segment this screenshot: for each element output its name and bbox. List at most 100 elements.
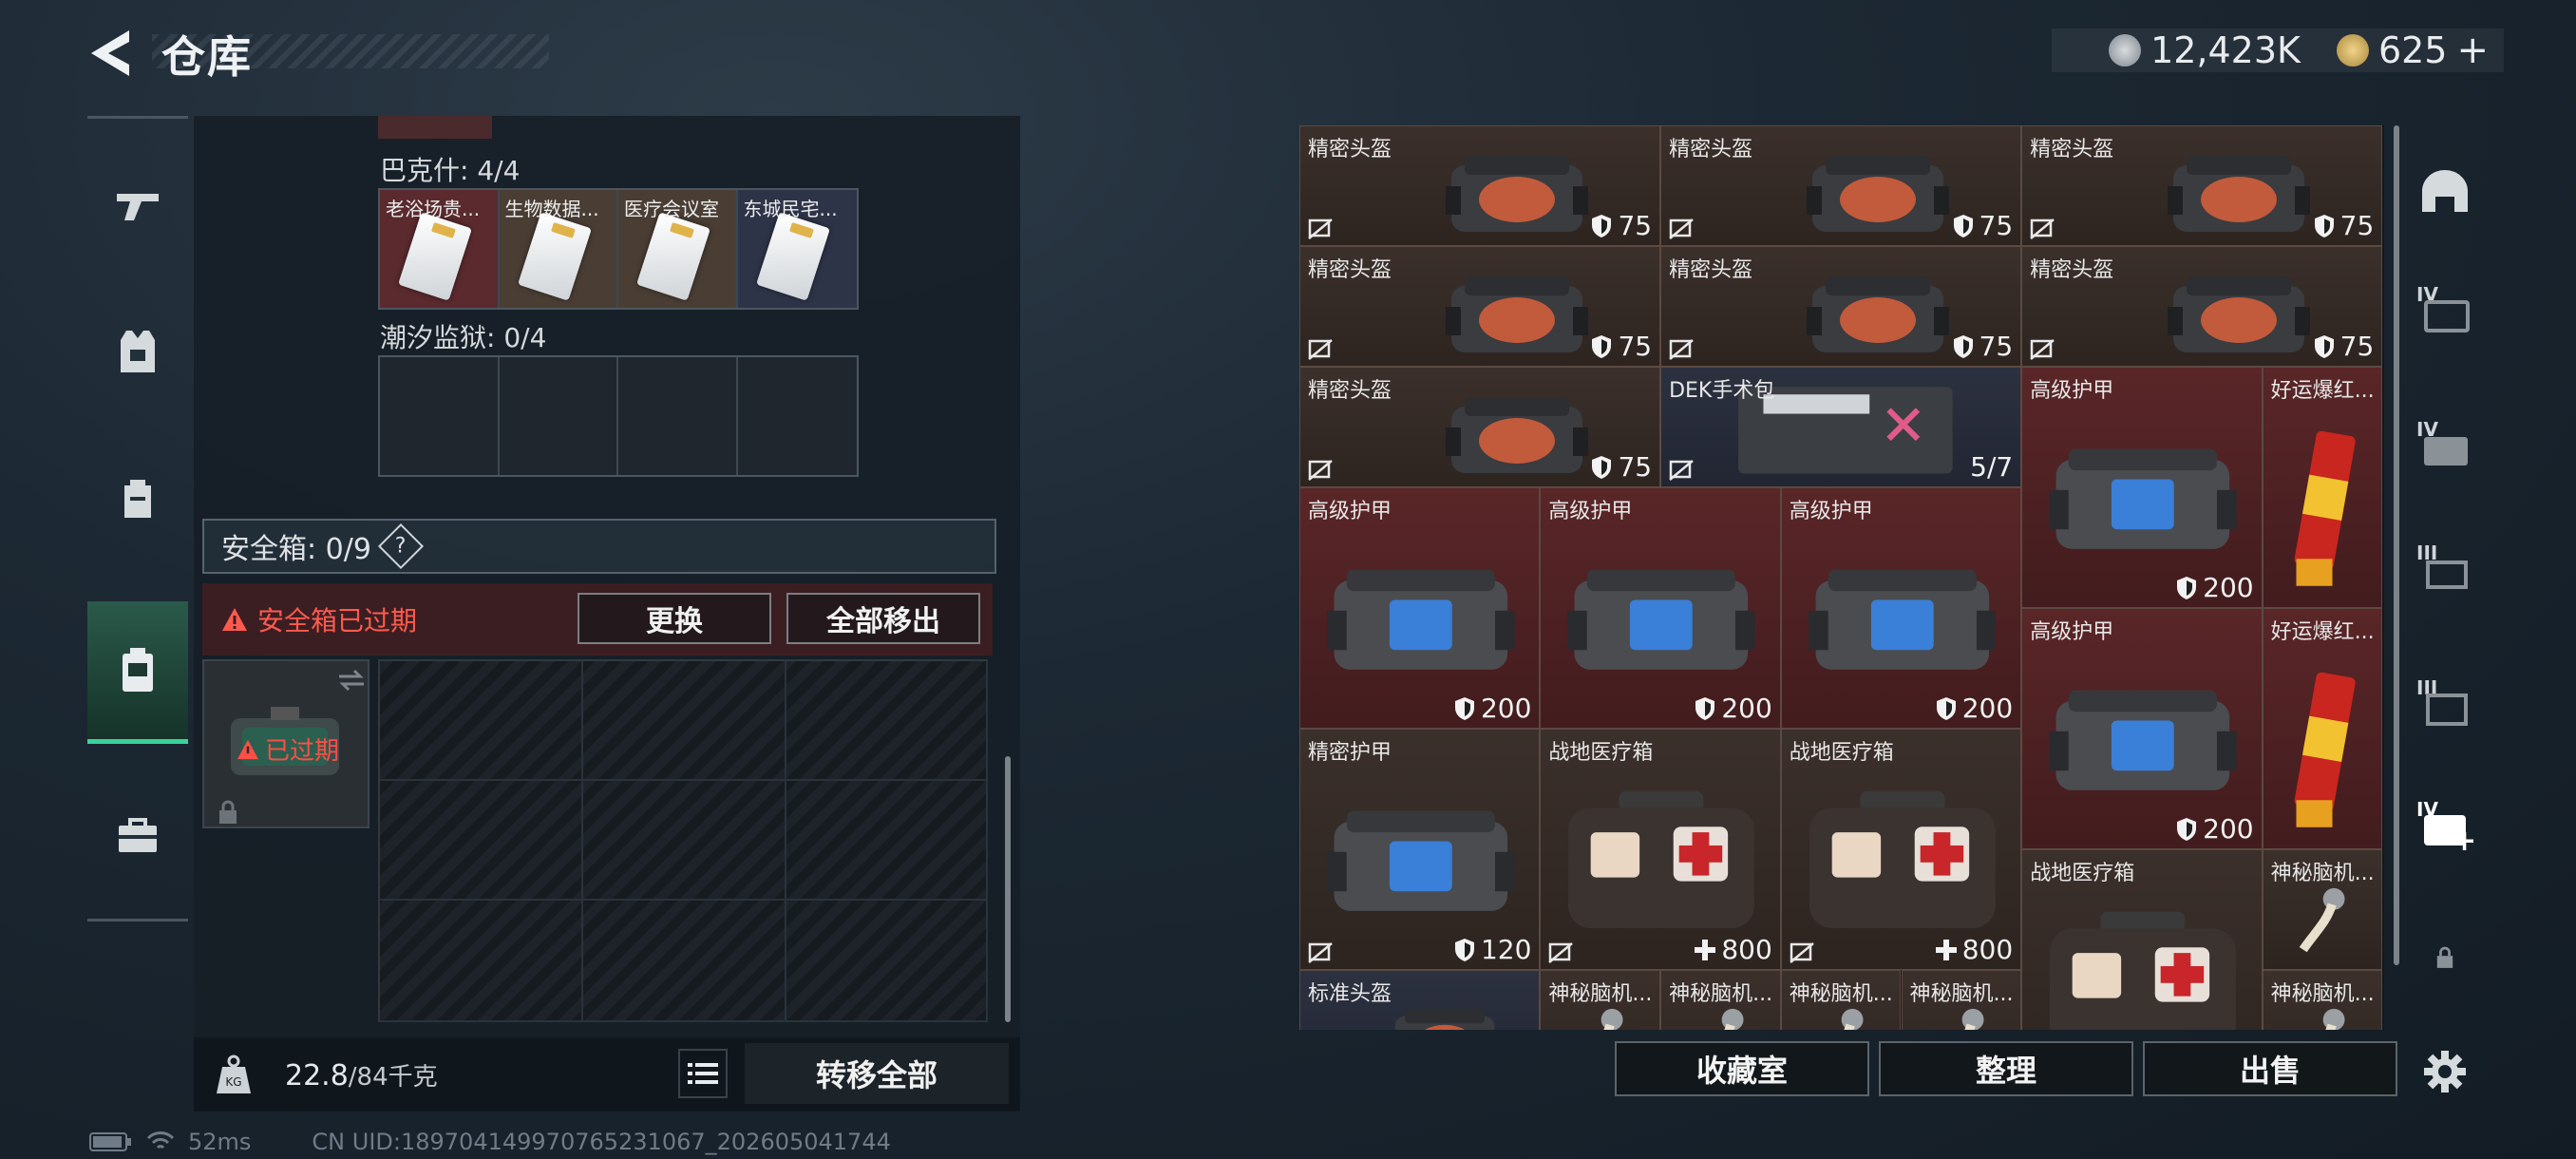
- storage-item[interactable]: 神秘脑机...: [1660, 970, 1781, 1030]
- storage-item[interactable]: 高级护甲 200: [1540, 487, 1781, 729]
- nav-armor[interactable]: [87, 280, 188, 423]
- storage-item[interactable]: 高级护甲 200: [2021, 608, 2263, 849]
- unsearched-icon: [1669, 339, 1694, 360]
- storage-item[interactable]: 神秘脑机...: [2262, 970, 2383, 1030]
- nav-weapon[interactable]: [87, 134, 188, 276]
- helmet-bag-icon: [2168, 156, 2311, 232]
- storage-item[interactable]: DEK手术包 5/7: [1660, 367, 2022, 487]
- filter-level-3-b[interactable]: III: [2407, 665, 2483, 741]
- safe-cell[interactable]: [786, 901, 988, 1022]
- safe-cell[interactable]: [380, 661, 583, 781]
- storage-item[interactable]: 神秘脑机...: [1901, 970, 2022, 1030]
- storage-item[interactable]: 精密头盔 75: [1299, 125, 1661, 246]
- remove-all-button[interactable]: 全部移出: [786, 593, 980, 644]
- collection-room-button[interactable]: 收藏室: [1615, 1041, 1869, 1096]
- filter-helmet[interactable]: [2407, 154, 2483, 230]
- storage-item[interactable]: 好运爆红...: [2262, 608, 2383, 849]
- add-currency-icon[interactable]: +: [2456, 28, 2489, 72]
- item-value: 200: [2176, 572, 2254, 603]
- safe-cell[interactable]: [583, 661, 786, 781]
- storage-item[interactable]: 神秘脑机...: [2262, 849, 2383, 970]
- key-slot[interactable]: 生物数据...: [499, 190, 618, 308]
- storage-item[interactable]: 精密头盔 75: [1299, 367, 1661, 487]
- storage-item[interactable]: 标准头盔: [1299, 970, 1541, 1030]
- unsearched-icon: [1548, 942, 1574, 963]
- storage-item[interactable]: 精密头盔 75: [2021, 246, 2383, 367]
- medkit-icon: [1809, 790, 1996, 929]
- help-icon[interactable]: ?: [377, 522, 424, 570]
- expired-warning: 安全箱已过期: [257, 605, 418, 636]
- storage-item[interactable]: 高级护甲 200: [1299, 487, 1541, 729]
- nav-safebox[interactable]: [87, 601, 188, 744]
- empty-key-slot[interactable]: [499, 357, 618, 475]
- item-name: 高级护甲: [2030, 379, 2114, 403]
- storage-item[interactable]: 高级护甲 200: [1780, 487, 2022, 729]
- organize-button[interactable]: 整理: [1879, 1041, 2133, 1096]
- storage-item[interactable]: 精密头盔 75: [2021, 125, 2383, 246]
- safe-cell[interactable]: [380, 901, 583, 1022]
- item-value: 200: [2176, 813, 2254, 845]
- tier-filter-icon: III: [2416, 542, 2473, 595]
- filter-level-4-a[interactable]: IV: [2407, 272, 2483, 348]
- safe-cell[interactable]: [786, 781, 988, 901]
- item-value: 200: [1454, 693, 1531, 724]
- armor-bag-icon: [2049, 448, 2237, 549]
- safe-cell[interactable]: [583, 901, 786, 1022]
- empty-key-slot[interactable]: [618, 357, 738, 475]
- keycard-icon: [398, 212, 472, 301]
- item-name: 精密头盔: [1308, 379, 1392, 403]
- storage-item[interactable]: 高级护甲 200: [2021, 367, 2263, 608]
- key-slot[interactable]: 医疗会议室: [618, 190, 738, 308]
- list-view-button[interactable]: [678, 1049, 728, 1098]
- storage-item[interactable]: 好运爆红...: [2262, 367, 2383, 608]
- filter-medical[interactable]: IV +: [2407, 787, 2483, 863]
- unsearched-icon: [2030, 218, 2055, 239]
- storage-item[interactable]: 战地医疗箱 800: [1540, 729, 1781, 970]
- unsearched-icon: [1308, 218, 1333, 239]
- currency-secondary: 625: [2377, 29, 2448, 71]
- empty-key-slot[interactable]: [737, 357, 857, 475]
- safebox-label: 安全箱: 0/9: [221, 533, 371, 566]
- filter-level-4-b[interactable]: IV: [2407, 407, 2483, 483]
- sell-button[interactable]: 出售: [2143, 1041, 2397, 1096]
- unsearched-icon: [1669, 460, 1694, 481]
- item-value: 75: [1953, 331, 2013, 362]
- transfer-all-button[interactable]: 转移全部: [745, 1043, 1009, 1104]
- storage-item[interactable]: 神秘脑机...: [1540, 970, 1661, 1030]
- safe-cell[interactable]: [786, 661, 988, 781]
- storage-item[interactable]: 精密头盔 75: [1660, 125, 2022, 246]
- safebox-item[interactable]: 已过期: [202, 659, 369, 828]
- safe-cell[interactable]: [583, 781, 786, 901]
- nav-backpack[interactable]: [87, 427, 188, 569]
- item-value: 75: [1953, 210, 2013, 241]
- left-scrollbar[interactable]: [1005, 756, 1011, 1022]
- filter-level-3-a[interactable]: III: [2407, 530, 2483, 606]
- empty-key-slot[interactable]: [380, 357, 500, 475]
- key-slot[interactable]: 东城民宅...: [737, 190, 857, 308]
- storage-item[interactable]: 神秘脑机...: [1780, 970, 1902, 1030]
- storage-item[interactable]: 精密头盔 75: [1299, 246, 1661, 367]
- armor-bag-icon: [2049, 690, 2237, 790]
- item-name: 高级护甲: [2030, 620, 2114, 644]
- storage-actions: 收藏室 整理 出售: [1299, 1032, 2397, 1112]
- safe-cell[interactable]: [380, 781, 583, 901]
- key-slot[interactable]: 老浴场贵...: [380, 190, 500, 308]
- settings-button[interactable]: [2407, 1034, 2483, 1110]
- list-icon: [688, 1063, 718, 1084]
- storage-scrollbar[interactable]: [2394, 125, 2399, 965]
- nav-toolbox[interactable]: [87, 765, 188, 907]
- back-arrow-icon[interactable]: [87, 27, 135, 80]
- storage-item[interactable]: 精密护甲 120: [1299, 729, 1541, 970]
- gem-icon: [2336, 34, 2369, 66]
- item-value: 800: [1695, 934, 1772, 965]
- coin-icon: [2109, 34, 2142, 66]
- safebox-grid: [378, 659, 988, 1022]
- storage-item[interactable]: 战地医疗箱: [2021, 849, 2263, 1030]
- storage-item[interactable]: 战地医疗箱 800: [1780, 729, 2022, 970]
- item-name: 精密头盔: [2030, 258, 2114, 282]
- item-value: 75: [2314, 210, 2374, 241]
- item-value: 75: [1591, 451, 1652, 483]
- replace-button[interactable]: 更换: [578, 593, 771, 644]
- item-name: 精密头盔: [2030, 138, 2114, 162]
- storage-item[interactable]: 精密头盔 75: [1660, 246, 2022, 367]
